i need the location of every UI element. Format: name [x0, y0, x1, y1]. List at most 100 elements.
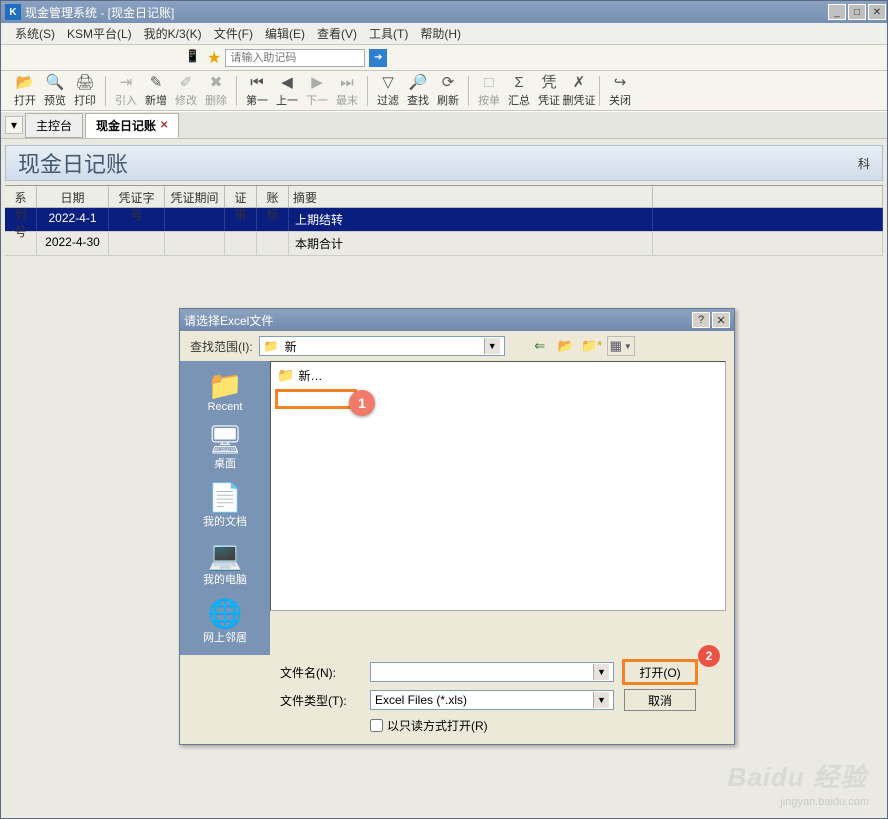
- new-folder-button[interactable]: 📁*: [581, 336, 603, 356]
- tab-label: 主控台: [36, 117, 72, 134]
- menu-item[interactable]: KSM平台(L): [61, 23, 138, 44]
- toolbar-icon: ✗: [573, 74, 586, 92]
- table-cell: [257, 208, 289, 231]
- toolbar-修改: ✐修改: [172, 74, 200, 108]
- menu-item[interactable]: 工具(T): [363, 23, 414, 44]
- toolbar-引入: ⇥引入: [112, 74, 140, 108]
- toolbar-icon: Σ: [514, 74, 523, 92]
- toolbar-icon: ⏭: [340, 74, 354, 92]
- annotation-marker-2: 2: [698, 645, 720, 667]
- col-flag[interactable]: 账标: [257, 186, 289, 207]
- sidebar-item-我的文档[interactable]: 📄我的文档: [185, 479, 265, 533]
- file-item-folder[interactable]: 📁 新…: [275, 366, 324, 385]
- tab-close-icon[interactable]: ✕: [160, 120, 168, 131]
- toolbar-刷新[interactable]: ⟳刷新: [434, 74, 462, 108]
- annotation-highlight-1: [275, 389, 357, 409]
- toolbar-icon: ↪: [614, 74, 627, 92]
- filetype-combo[interactable]: Excel Files (*.xls) ▼: [370, 690, 614, 710]
- col-seq[interactable]: 系列号: [5, 186, 37, 207]
- menu-item[interactable]: 编辑(E): [259, 23, 311, 44]
- table-row[interactable]: 2022-4-1 上期结转: [5, 208, 883, 232]
- toolbar-最末: ⏭最末: [333, 74, 361, 108]
- nav-back-button[interactable]: ⇐: [529, 336, 551, 356]
- filename-combo[interactable]: ▼: [370, 662, 614, 682]
- grid-header: 系列号 日期 凭证字号 凭证期间 证审 账标 摘要: [5, 186, 883, 208]
- readonly-checkbox-row[interactable]: 以只读方式打开(R): [280, 717, 724, 734]
- minimize-button[interactable]: _: [828, 4, 846, 20]
- menu-item[interactable]: 帮助(H): [414, 23, 467, 44]
- toolbar-上一[interactable]: ◀上一: [273, 74, 301, 108]
- col-voucher-no[interactable]: 凭证字号: [109, 186, 165, 207]
- col-approve[interactable]: 证审: [225, 186, 257, 207]
- table-cell: [225, 208, 257, 231]
- toolbar-icon: ◀: [281, 74, 293, 92]
- menu-item[interactable]: 我的K/3(K): [138, 23, 208, 44]
- toolbar-label: 刷新: [437, 92, 459, 108]
- toolbar-新增[interactable]: ✎新增: [142, 74, 170, 108]
- nav-up-button[interactable]: 📂: [555, 336, 577, 356]
- sidebar-item-Recent[interactable]: 📁Recent: [185, 367, 265, 417]
- assist-code-input[interactable]: [225, 49, 365, 67]
- open-button[interactable]: 打开(O): [624, 661, 696, 683]
- table-cell: 2022-4-1: [37, 208, 109, 231]
- sidebar-item-我的电脑[interactable]: 💻我的电脑: [185, 537, 265, 591]
- readonly-checkbox[interactable]: [370, 719, 383, 732]
- toolbar-label: 凭证: [538, 92, 560, 108]
- toolbar-下一: ▶下一: [303, 74, 331, 108]
- view-mode-button[interactable]: ▦▼: [607, 336, 635, 356]
- chevron-down-icon[interactable]: ▼: [593, 664, 609, 680]
- dialog-help-button[interactable]: ?: [692, 312, 710, 328]
- sidebar-item-桌面[interactable]: 🖥桌面: [185, 421, 265, 475]
- cancel-button[interactable]: 取消: [624, 689, 696, 711]
- toolbar-打开[interactable]: 📂打开: [11, 74, 39, 108]
- toolbar-separator: [599, 76, 600, 106]
- tab-现金日记账[interactable]: 现金日记账✕: [85, 113, 179, 138]
- sidebar-item-网上邻居[interactable]: 🌐网上邻居: [185, 595, 265, 649]
- col-voucher-period[interactable]: 凭证期间: [165, 186, 225, 207]
- lookin-combo[interactable]: 📁 新 ▼: [259, 336, 505, 356]
- toolbar-label: 删除: [205, 92, 227, 108]
- toolbar-label: 第一: [246, 92, 268, 108]
- toolbar-separator: [367, 76, 368, 106]
- menu-item[interactable]: 文件(F): [208, 23, 259, 44]
- toolbar-第一[interactable]: ⏮第一: [243, 74, 271, 108]
- toolbar-过滤[interactable]: ▽过滤: [374, 74, 402, 108]
- toolbar-icon: 📂: [16, 74, 35, 92]
- col-summary[interactable]: 摘要: [289, 186, 653, 207]
- toolbar-汇总[interactable]: Σ汇总: [505, 74, 533, 108]
- assist-go-button[interactable]: ➔: [369, 49, 387, 67]
- table-cell: 上期结转: [289, 208, 653, 231]
- sidebar-icon: 📄: [185, 483, 265, 513]
- toolbar-关闭[interactable]: ↪关闭: [606, 74, 634, 108]
- toolbar-label: 按单: [478, 92, 500, 108]
- toolbar-凭证[interactable]: 凭凭证: [535, 74, 563, 108]
- sidebar-label: 桌面: [185, 455, 265, 471]
- star-icon: ★: [207, 48, 221, 68]
- chevron-down-icon[interactable]: ▼: [484, 338, 500, 354]
- toolbar-label: 查找: [407, 92, 429, 108]
- table-cell: [5, 232, 37, 255]
- menu-item[interactable]: 查看(V): [311, 23, 363, 44]
- close-button[interactable]: ✕: [868, 4, 886, 20]
- titlebar: K 现金管理系统 - [现金日记账] _ □ ✕: [1, 1, 887, 23]
- toolbar-separator: [105, 76, 106, 106]
- toolbar-label: 关闭: [609, 92, 631, 108]
- file-list-area[interactable]: 📁 新… 1: [270, 361, 726, 611]
- tabs-dropdown-button[interactable]: ▾: [5, 116, 23, 134]
- menu-item[interactable]: 系统(S): [9, 23, 61, 44]
- table-row[interactable]: 2022-4-30本期合计: [5, 232, 883, 256]
- filename-label: 文件名(N):: [280, 664, 360, 681]
- col-date[interactable]: 日期: [37, 186, 109, 207]
- tab-主控台[interactable]: 主控台: [25, 113, 83, 138]
- toolbar-label: 最末: [336, 92, 358, 108]
- titlebar-text: 现金管理系统 - [现金日记账]: [25, 4, 174, 21]
- toolbar-删凭证[interactable]: ✗删凭证: [565, 74, 593, 108]
- toolbar-预览[interactable]: 🔍预览: [41, 74, 69, 108]
- toolbar-打印[interactable]: 🖨打印: [71, 74, 99, 108]
- col-end[interactable]: [653, 186, 883, 207]
- chevron-down-icon[interactable]: ▼: [593, 692, 609, 708]
- toolbar-label: 删凭证: [563, 92, 596, 108]
- dialog-close-button[interactable]: ✕: [712, 312, 730, 328]
- maximize-button[interactable]: □: [848, 4, 866, 20]
- toolbar-查找[interactable]: 🔎查找: [404, 74, 432, 108]
